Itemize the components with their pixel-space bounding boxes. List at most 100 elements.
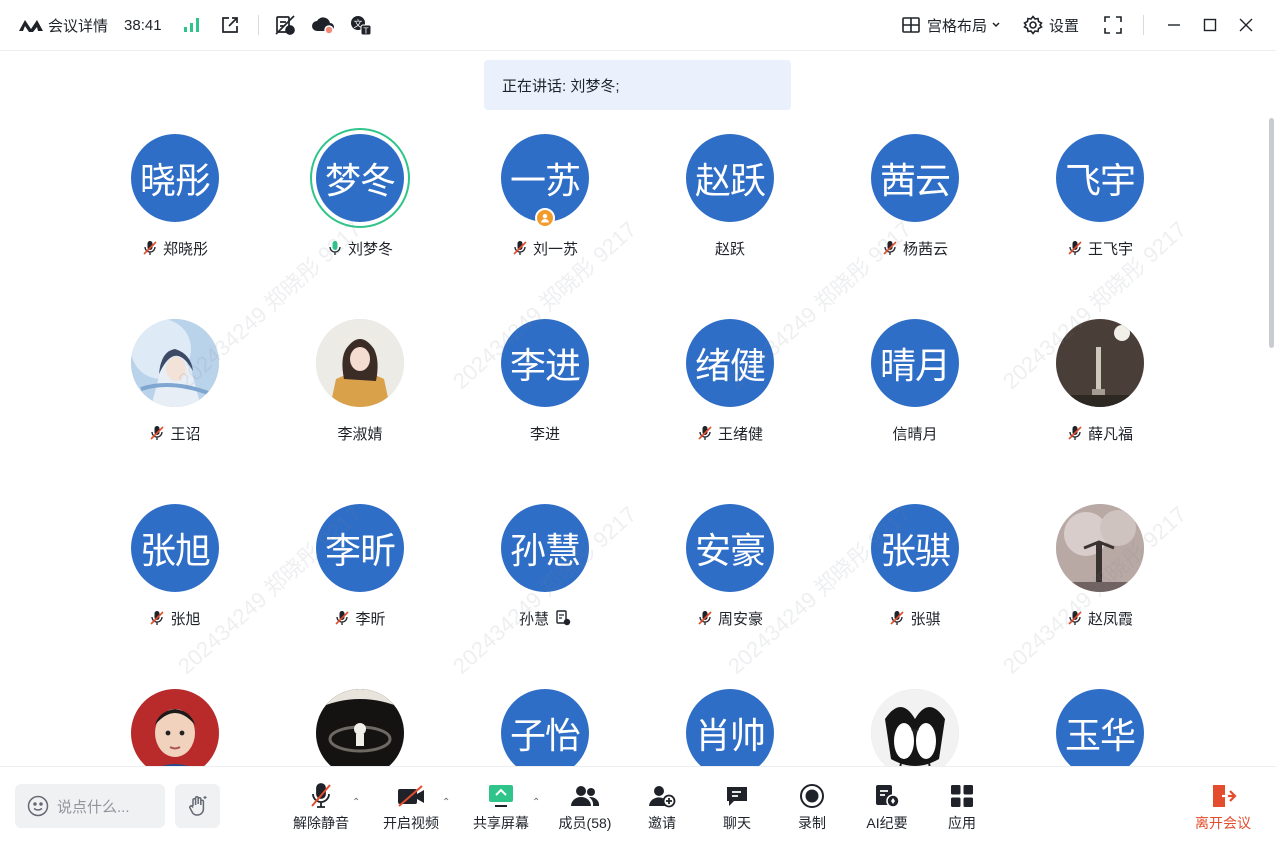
close-icon[interactable] xyxy=(1234,13,1258,37)
participant-avatar[interactable]: 茜云 xyxy=(871,134,959,222)
popout-icon[interactable] xyxy=(218,13,242,37)
apps-button[interactable]: 应用 xyxy=(946,781,978,835)
participant-avatar[interactable] xyxy=(1056,319,1144,407)
mic-muted-icon xyxy=(698,611,712,625)
participant-avatar[interactable]: 安豪 xyxy=(686,504,774,592)
share-screen-label: 共享屏幕 xyxy=(473,815,529,831)
translate-icon[interactable]: 文T xyxy=(349,13,373,37)
minimize-icon[interactable] xyxy=(1162,13,1186,37)
mic-muted-icon xyxy=(143,241,157,255)
ai-notes-icon xyxy=(876,785,900,808)
participant-tile[interactable]: 安豪 周安豪 xyxy=(645,488,815,658)
participant-avatar[interactable]: 梦冬 xyxy=(316,134,404,222)
participant-name-line: 李淑婧 xyxy=(275,423,445,443)
unmute-button[interactable]: 解除静音 xyxy=(290,781,352,835)
participant-tile[interactable] xyxy=(830,673,1000,766)
grid-layout-button[interactable]: 宫格布局 xyxy=(901,15,1001,36)
participant-name: 赵跃 xyxy=(714,240,745,258)
participant-name: 王绪健 xyxy=(717,425,763,443)
audio-options-caret[interactable]: ⌃ xyxy=(352,797,360,808)
mic-muted-icon xyxy=(1068,426,1082,440)
maximize-icon[interactable] xyxy=(1198,13,1222,37)
participant-tile[interactable]: 孙慧 孙慧 xyxy=(460,488,630,658)
quick-chat-input[interactable]: 说点什么... xyxy=(15,784,165,828)
participant-tile[interactable]: 薛凡福 xyxy=(1015,303,1185,473)
mic-muted-icon xyxy=(890,611,905,625)
participant-tile[interactable]: 晴月 信晴月 xyxy=(830,303,1000,473)
participant-tile[interactable]: 绪健王绪健 xyxy=(645,303,815,473)
participant-avatar[interactable]: 晴月 xyxy=(871,319,959,407)
participant-avatar[interactable]: 赵跃 xyxy=(686,134,774,222)
mic-muted-icon xyxy=(150,426,165,440)
video-options-caret[interactable]: ⌃ xyxy=(442,797,450,808)
participant-tile[interactable]: 一苏 刘一苏 xyxy=(460,118,630,288)
participant-name-line: 刘一苏 xyxy=(460,238,630,258)
participant-name-line: 郑晓彤 xyxy=(90,238,260,258)
participant-avatar[interactable] xyxy=(316,319,404,407)
participant-tile[interactable]: 赵凤霞 xyxy=(1015,488,1185,658)
participant-name-line: 赵跃 xyxy=(645,238,815,258)
members-button[interactable]: 成员(58) xyxy=(557,781,613,835)
invite-button[interactable]: 邀请 xyxy=(644,781,680,835)
participant-tile[interactable]: 张骐 张骐 xyxy=(830,488,1000,658)
participant-tile[interactable]: 王诏 xyxy=(90,303,260,473)
share-screen-button[interactable]: 共享屏幕 xyxy=(471,781,531,835)
participant-avatar[interactable]: 张骐 xyxy=(871,504,959,592)
participant-tile[interactable]: 飞宇 王飞宇 xyxy=(1015,118,1185,288)
participant-avatar[interactable]: 晓彤 xyxy=(131,134,219,222)
notes-icon xyxy=(556,610,571,626)
participant-tile[interactable]: 晓彤 郑晓彤 xyxy=(90,118,260,288)
participant-avatar[interactable] xyxy=(131,689,219,766)
participant-avatar[interactable]: 绪健 xyxy=(686,319,774,407)
mic-active-icon xyxy=(329,241,341,255)
start-video-button[interactable]: 开启视频 xyxy=(381,781,441,835)
participant-avatar[interactable]: 玉华 xyxy=(1056,689,1144,766)
participant-avatar[interactable] xyxy=(131,319,219,407)
record-icon xyxy=(800,784,824,808)
cloud-record-icon[interactable] xyxy=(311,13,335,37)
title-bar: 会议详情 38:41 文T 宫格布局 设置 xyxy=(0,0,1276,51)
participant-tile[interactable]: 子怡 xyxy=(460,673,630,766)
participant-tile[interactable]: 梦冬 刘梦冬 xyxy=(275,118,445,288)
meeting-details-link[interactable]: 会议详情 xyxy=(48,15,108,36)
grid-layout-icon xyxy=(902,17,920,33)
participant-name: 王诏 xyxy=(170,425,201,443)
participant-avatar[interactable] xyxy=(871,689,959,766)
signal-icon[interactable] xyxy=(180,13,204,37)
ai-notes-label: AI纪要 xyxy=(866,815,908,831)
participant-avatar[interactable]: 孙慧 xyxy=(501,504,589,592)
invite-user-icon xyxy=(649,786,676,808)
participant-tile[interactable]: 张旭 张旭 xyxy=(90,488,260,658)
participant-avatar[interactable]: 李昕 xyxy=(316,504,404,592)
participant-tile[interactable] xyxy=(275,673,445,766)
participant-avatar[interactable]: 飞宇 xyxy=(1056,134,1144,222)
grid-scrollbar[interactable] xyxy=(1269,118,1274,348)
settings-button[interactable]: 设置 xyxy=(1023,15,1079,36)
notes-off-icon[interactable] xyxy=(273,13,297,37)
participant-tile[interactable]: 赵跃 赵跃 xyxy=(645,118,815,288)
participant-name-line: 王绪健 xyxy=(645,423,815,443)
participant-avatar[interactable]: 肖帅 xyxy=(686,689,774,766)
participant-tile[interactable]: 李昕 李昕 xyxy=(275,488,445,658)
participant-tile[interactable]: 肖帅 xyxy=(645,673,815,766)
record-button[interactable]: 录制 xyxy=(796,781,828,835)
raise-hand-button[interactable] xyxy=(175,784,220,828)
fullscreen-icon[interactable] xyxy=(1101,13,1125,37)
emoji-icon[interactable] xyxy=(27,795,49,817)
ai-notes-button[interactable]: AI纪要 xyxy=(865,781,909,835)
participant-tile[interactable]: 玉华 xyxy=(1015,673,1185,766)
unmute-label: 解除静音 xyxy=(293,815,349,831)
participant-tile[interactable]: 茜云 杨茜云 xyxy=(830,118,1000,288)
chat-button[interactable]: 聊天 xyxy=(721,781,753,835)
participant-tile[interactable]: 李进 李进 xyxy=(460,303,630,473)
participant-avatar[interactable] xyxy=(316,689,404,766)
participant-tile[interactable]: 李淑婧 xyxy=(275,303,445,473)
share-options-caret[interactable]: ⌃ xyxy=(532,797,540,808)
participant-tile[interactable] xyxy=(90,673,260,766)
leave-meeting-button[interactable]: 离开会议 xyxy=(1193,781,1253,835)
participant-avatar[interactable] xyxy=(1056,504,1144,592)
participant-avatar[interactable]: 子怡 xyxy=(501,689,589,766)
participant-avatar[interactable]: 张旭 xyxy=(131,504,219,592)
participant-avatar[interactable]: 李进 xyxy=(501,319,589,407)
mic-muted-icon xyxy=(150,611,165,625)
